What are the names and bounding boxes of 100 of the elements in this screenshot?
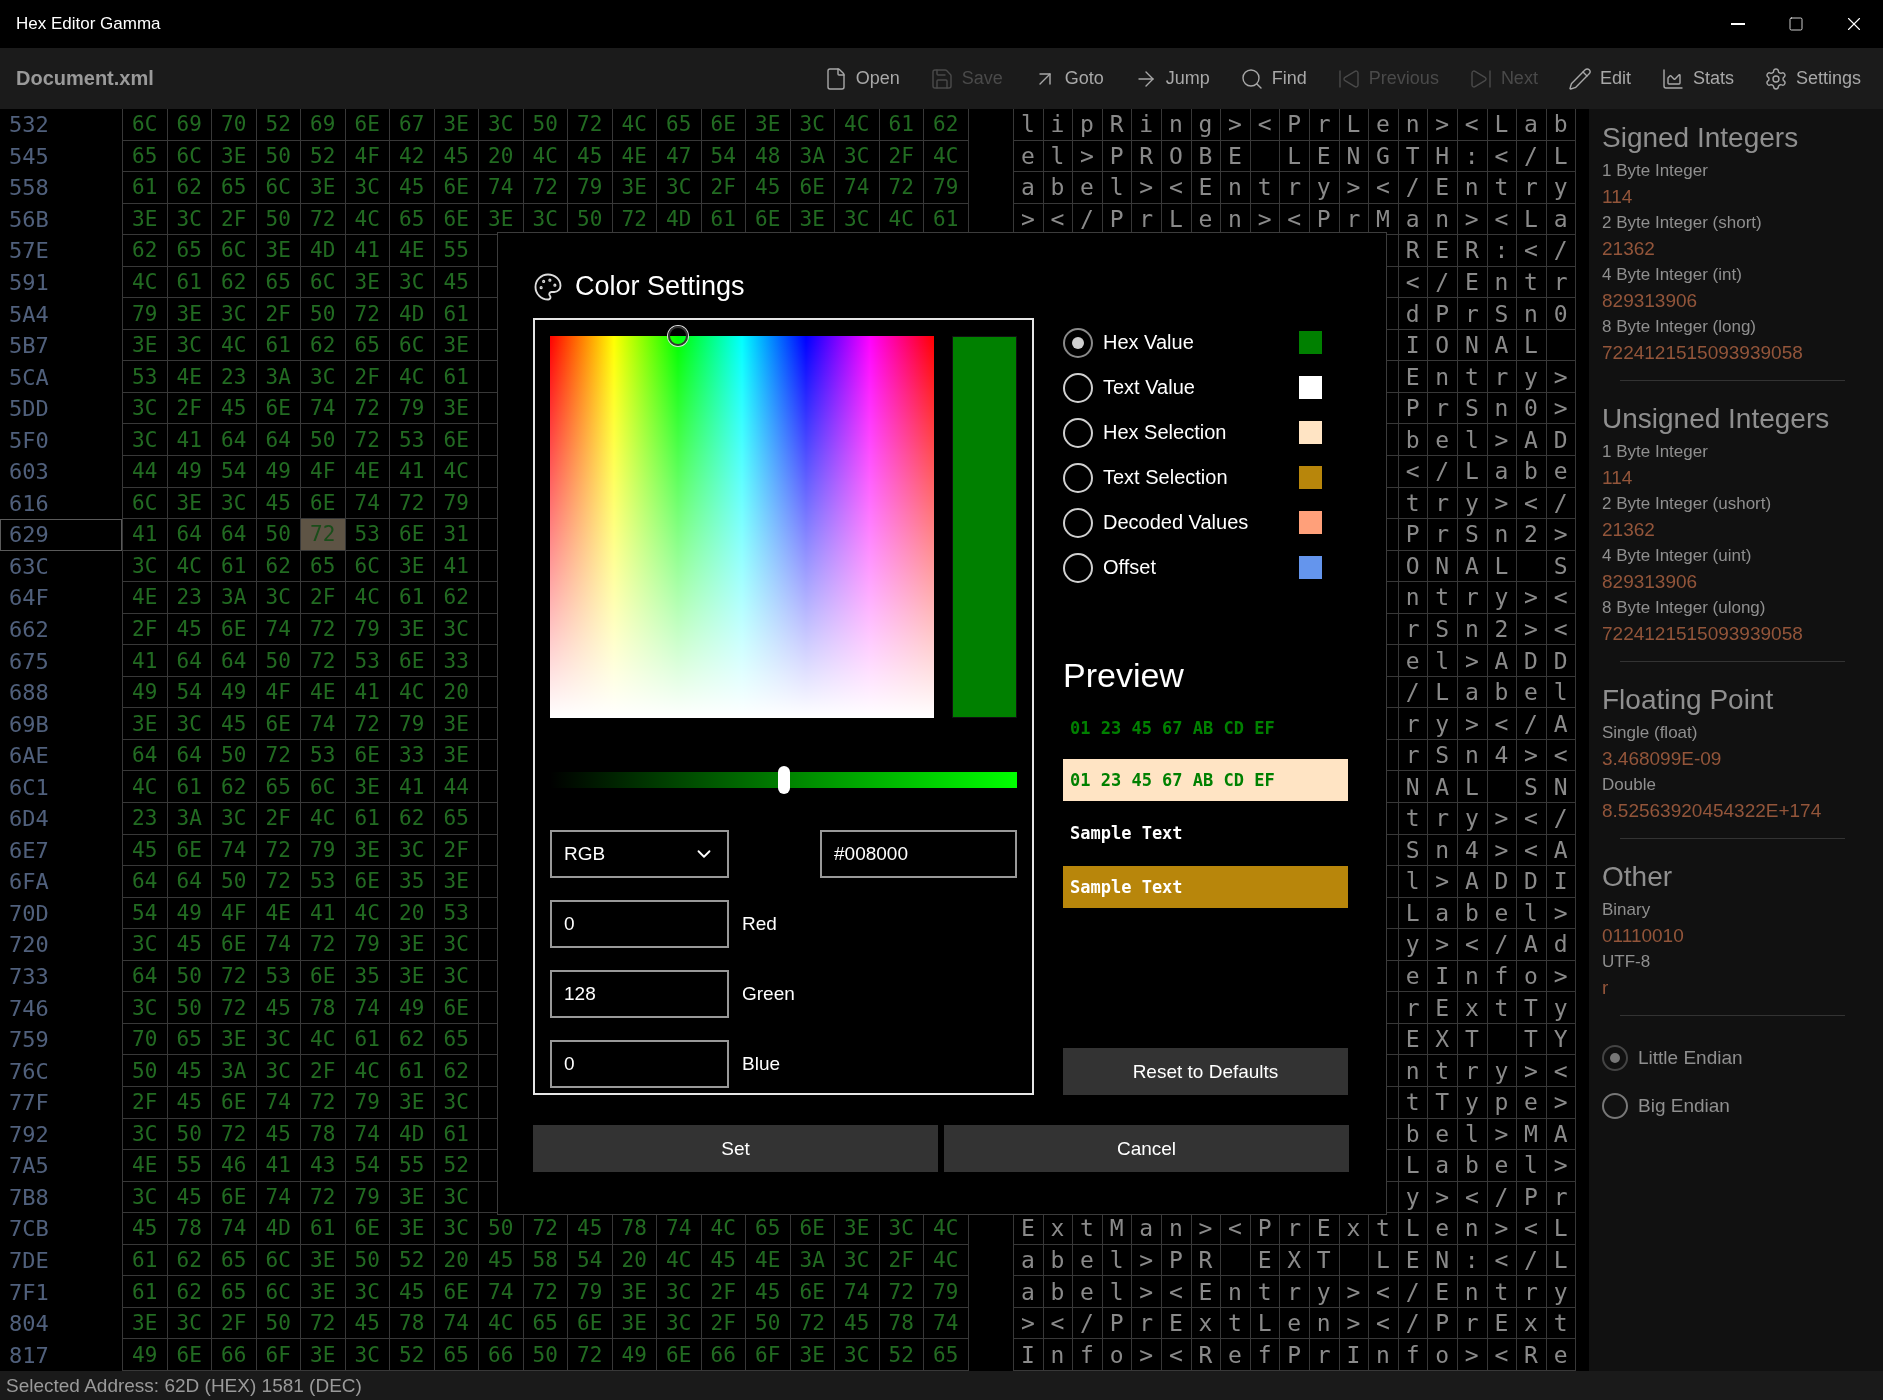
hex-cell[interactable]: 65: [434, 803, 479, 835]
hex-cell[interactable]: 61: [434, 298, 479, 330]
hex-cell[interactable]: 45: [123, 1213, 168, 1245]
hex-cell[interactable]: 4E: [612, 140, 657, 173]
hex-cell[interactable]: 62: [924, 109, 969, 141]
hex-cell[interactable]: 62: [434, 582, 479, 614]
hex-cell[interactable]: 41: [301, 897, 346, 930]
hex-cell[interactable]: 4C: [612, 109, 657, 141]
hex-cell[interactable]: 61: [167, 266, 212, 299]
hex-cell[interactable]: 64: [123, 960, 168, 993]
hex-cell[interactable]: 45: [568, 140, 613, 173]
hex-cell[interactable]: 78: [301, 992, 346, 1024]
hex-cell[interactable]: 65: [123, 140, 168, 173]
hex-cell[interactable]: 3E: [390, 1213, 435, 1245]
hex-cell[interactable]: 41: [390, 456, 435, 488]
hex-cell[interactable]: 72: [790, 1307, 835, 1340]
hex-cell[interactable]: 4C: [523, 140, 568, 173]
hex-cell[interactable]: 62: [167, 172, 212, 204]
hex-cell[interactable]: 50: [256, 203, 301, 236]
hex-cell[interactable]: 72: [301, 1307, 346, 1340]
hex-cell[interactable]: 6E: [167, 834, 212, 867]
hex-cell[interactable]: 72: [212, 1118, 257, 1151]
hex-cell[interactable]: 41: [345, 235, 390, 267]
hex-cell[interactable]: 53: [301, 739, 346, 772]
hex-cell[interactable]: 45: [167, 1086, 212, 1119]
hex-cell[interactable]: 4D: [390, 298, 435, 330]
hex-cell[interactable]: 6C: [212, 235, 257, 267]
toolbar-button[interactable]: Settings: [1755, 58, 1869, 99]
hex-cell[interactable]: 72: [345, 708, 390, 740]
channel-input-field[interactable]: 0: [550, 1040, 729, 1088]
hex-cell[interactable]: 41: [123, 519, 168, 551]
hex-cell[interactable]: 45: [479, 1244, 524, 1277]
hex-cell[interactable]: 72: [523, 172, 568, 204]
hex-cell[interactable]: 6E: [434, 424, 479, 456]
hex-cell[interactable]: 4C: [924, 140, 969, 173]
hex-cell[interactable]: 6C: [301, 266, 346, 299]
hex-cell[interactable]: 6E: [301, 960, 346, 993]
hex-cell[interactable]: 3E: [123, 1307, 168, 1340]
hex-cell[interactable]: 3C: [434, 1181, 479, 1214]
hex-cell[interactable]: 53: [390, 424, 435, 456]
hex-cell[interactable]: 78: [390, 1307, 435, 1340]
hex-cell[interactable]: 79: [568, 172, 613, 204]
hex-cell[interactable]: 65: [390, 203, 435, 236]
mode-dropdown[interactable]: RGB: [550, 830, 729, 878]
hex-cell[interactable]: 2F: [345, 361, 390, 393]
hex-cell[interactable]: 79: [345, 929, 390, 961]
hex-cell[interactable]: 4C: [123, 771, 168, 804]
hex-cell[interactable]: 61: [390, 1055, 435, 1087]
hex-cell[interactable]: 6F: [256, 1339, 301, 1371]
set-button[interactable]: Set: [533, 1125, 938, 1172]
hex-cell[interactable]: 53: [345, 645, 390, 677]
hex-cell[interactable]: 45: [701, 1244, 746, 1277]
hex-cell[interactable]: 53: [256, 960, 301, 993]
hex-cell[interactable]: 45: [256, 1118, 301, 1151]
toolbar-button[interactable]: Find: [1231, 58, 1315, 99]
channel-input-field[interactable]: 128: [550, 970, 729, 1018]
hex-cell[interactable]: 3C: [434, 1086, 479, 1119]
hex-cell[interactable]: 3E: [390, 960, 435, 993]
hex-cell[interactable]: 4D: [390, 1118, 435, 1151]
hex-cell[interactable]: 3E: [390, 613, 435, 646]
hex-cell[interactable]: 45: [123, 834, 168, 867]
hex-cell[interactable]: 72: [301, 645, 346, 677]
hex-cell[interactable]: 3E: [434, 866, 479, 898]
hex-cell[interactable]: 3A: [790, 1244, 835, 1277]
hex-cell[interactable]: 2F: [701, 172, 746, 204]
hex-cell[interactable]: 65: [212, 1276, 257, 1308]
hex-cell[interactable]: 65: [167, 1023, 212, 1056]
hex-cell[interactable]: 49: [123, 1339, 168, 1371]
hex-cell[interactable]: 6E: [390, 645, 435, 677]
hex-cell[interactable]: 62: [256, 550, 301, 583]
hex-cell[interactable]: 3C: [167, 708, 212, 740]
hex-cell[interactable]: 3C: [434, 929, 479, 961]
hex-cell[interactable]: 6E: [434, 992, 479, 1024]
hex-cell[interactable]: 2F: [879, 140, 924, 173]
hex-cell[interactable]: 47: [657, 140, 702, 173]
slider-thumb[interactable]: [777, 766, 790, 794]
hex-cell[interactable]: 49: [212, 676, 257, 709]
hex-cell[interactable]: 3C: [167, 203, 212, 236]
hex-cell[interactable]: 4F: [256, 676, 301, 709]
cancel-button[interactable]: Cancel: [944, 1125, 1349, 1172]
hex-cell[interactable]: 53: [123, 361, 168, 393]
hex-cell[interactable]: 74: [256, 613, 301, 646]
hex-cell[interactable]: 45: [167, 929, 212, 961]
hex-cell[interactable]: 72: [301, 1181, 346, 1214]
hex-cell[interactable]: 79: [345, 1181, 390, 1214]
hex-cell[interactable]: 6E: [790, 172, 835, 204]
hex-cell[interactable]: 41: [345, 676, 390, 709]
hex-cell[interactable]: 72: [523, 1276, 568, 1308]
hex-cell[interactable]: 3A: [256, 361, 301, 393]
radio-option[interactable]: Hex Value: [1063, 327, 1194, 358]
hex-cell[interactable]: 72: [568, 109, 613, 141]
hex-cell[interactable]: 74: [212, 834, 257, 867]
hex-cell[interactable]: 6C: [301, 771, 346, 804]
hex-cell[interactable]: 3E: [123, 203, 168, 236]
hex-cell[interactable]: 50: [123, 1055, 168, 1087]
channel-input-field[interactable]: 0: [550, 900, 729, 948]
hex-cell[interactable]: 3E: [612, 172, 657, 204]
hex-cell[interactable]: 65: [345, 329, 390, 362]
hex-cell[interactable]: 23: [123, 803, 168, 835]
hex-cell[interactable]: 6E: [345, 109, 390, 141]
